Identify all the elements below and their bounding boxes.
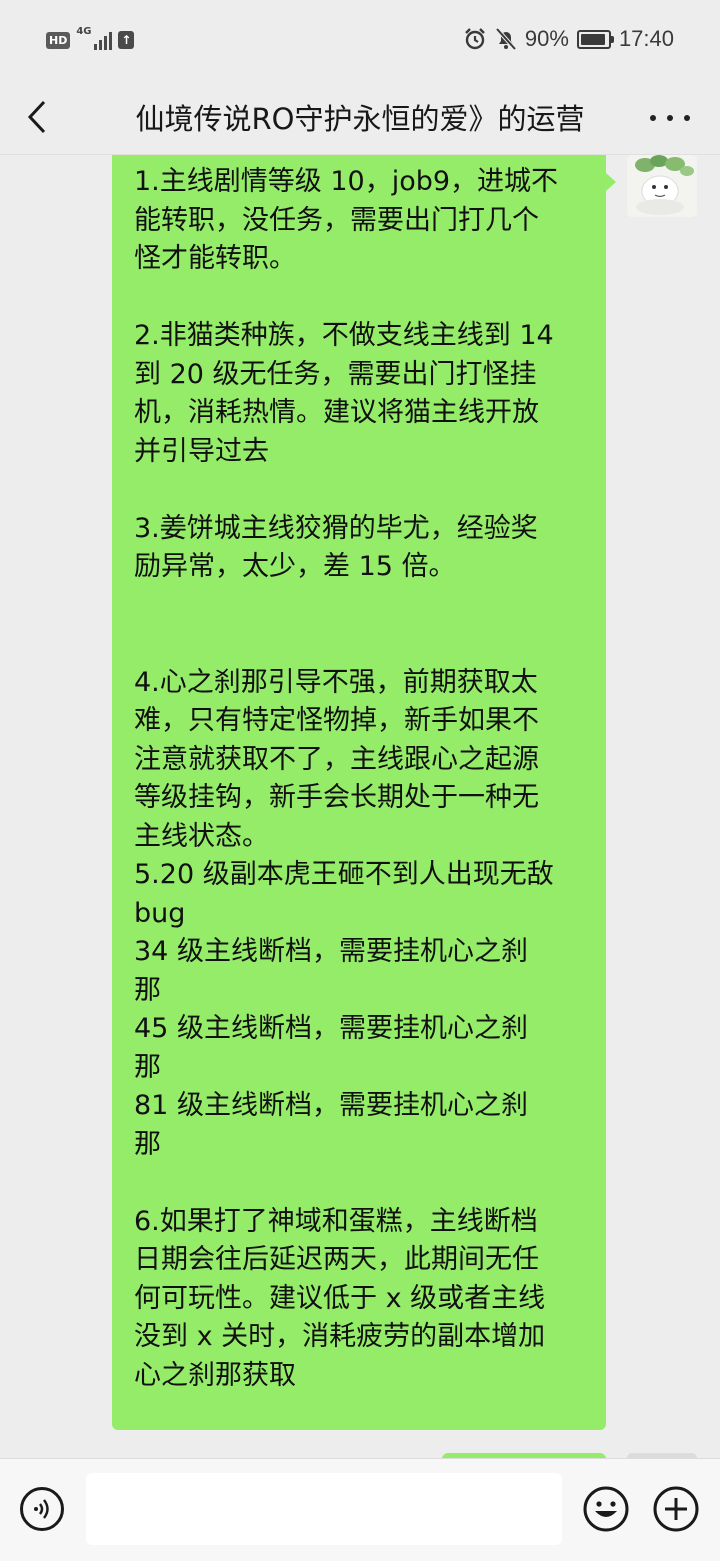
message-line: 5.20 级副本虎王砸不到人出现无敌 — [134, 859, 554, 890]
status-right: 90% 17:40 — [463, 26, 674, 52]
message-line: 注意就获取不了，主线跟心之起源 — [134, 743, 539, 775]
message-line: 34 级主线断档，需要挂机心之刹 — [134, 936, 528, 967]
message-line: 励异常，太少，差 15 倍。 — [134, 551, 456, 582]
message-line: 81 级主线断档，需要挂机心之刹 — [134, 1090, 528, 1121]
message-line: bug — [134, 897, 186, 929]
plus-icon — [653, 1486, 699, 1532]
chat-title: 仙境传说RO守护永恒的爱》的运营 — [135, 102, 585, 136]
message-line — [134, 471, 590, 510]
alarm-icon — [465, 28, 485, 50]
message-line: 机，消耗热情。建议将猫主线开放 — [134, 397, 539, 428]
message-line — [134, 625, 590, 664]
battery-icon — [576, 29, 614, 49]
message-line: 那 — [134, 1128, 161, 1160]
battery-percent: 90% — [524, 26, 569, 51]
message-line: 2.非猫类种族，不做支线主线到 14 — [134, 320, 554, 351]
message-line: 并引导过去 — [134, 435, 269, 467]
message-line: 主线状态。 — [134, 820, 269, 852]
message-line — [134, 279, 590, 318]
message-line: 心之刹那获取 — [134, 1359, 296, 1391]
message-line: 没到 x 关时，消耗疲劳的副本增加 — [134, 1321, 546, 1352]
message-line: 怪才能转职。 — [134, 243, 296, 274]
avatar[interactable] — [627, 155, 697, 217]
plus-button[interactable] — [652, 1485, 700, 1533]
message-line: 能转职，没任务，需要出门打几个 — [134, 204, 539, 236]
chevron-left-icon — [27, 100, 46, 134]
message-line: 3.姜饼城主线狡猾的毕尤，经验奖 — [134, 512, 538, 544]
clock: 17:40 — [618, 26, 674, 51]
voice-button[interactable] — [20, 1487, 64, 1531]
emoji-button[interactable] — [582, 1485, 630, 1533]
network-type: 4G — [76, 26, 92, 37]
emoji-icon — [583, 1486, 629, 1532]
hd-badge: HD — [46, 31, 71, 49]
message-line: 到 20 级无任务，需要出门打怪挂 — [134, 358, 537, 390]
chat-header: 仙境传说RO守护永恒的爱》的运营 — [0, 82, 720, 155]
message-line: 6.如果打了神域和蛋糕，主线断档 — [134, 1205, 538, 1237]
message-line: 45 级主线断档，需要挂机心之刹 — [134, 1013, 528, 1044]
message-input[interactable] — [86, 1473, 562, 1545]
signal-icon: 4G — [76, 26, 113, 52]
message-line — [134, 587, 590, 626]
message-line: 那 — [134, 974, 161, 1006]
more-button[interactable] — [650, 100, 690, 136]
message-line — [134, 1164, 590, 1203]
message-line: 4.心之刹那引导不强，前期获取太 — [134, 666, 538, 698]
status-bar: HD 4G ↑ 90% 17:40 — [0, 0, 720, 82]
chat-area[interactable]: 1.主线剧情等级 10，job9，进城不 能转职，没任务，需要出门打几个 怪才能转职… — [0, 155, 720, 1458]
upload-icon: ↑ — [118, 31, 135, 49]
status-left: HD 4G ↑ — [46, 26, 135, 52]
mute-bell-icon — [495, 27, 517, 51]
back-button[interactable] — [22, 92, 62, 142]
bubble-tail — [606, 173, 616, 191]
message-text: 1.主线剧情等级 10，job9，进城不 能转职，没任务，需要出门打几个 怪才能转职… — [134, 163, 590, 1395]
message-line: 1.主线剧情等级 10，job9，进城不 — [134, 166, 559, 197]
message-line: 何可玩性。建议低于 x 级或者主线 — [134, 1282, 546, 1314]
voice-icon — [34, 1499, 49, 1519]
more-dots-icon — [650, 115, 690, 121]
avatar-frog-image — [627, 155, 697, 217]
input-bar — [0, 1458, 720, 1561]
message-line: 那 — [134, 1051, 161, 1083]
message-line: 等级挂钩，新手会长期处于一种无 — [134, 782, 539, 813]
message-line: 难，只有特定怪物掉，新手如果不 — [134, 705, 539, 736]
message-line: 日期会往后延迟两天，此期间无任 — [134, 1244, 539, 1275]
